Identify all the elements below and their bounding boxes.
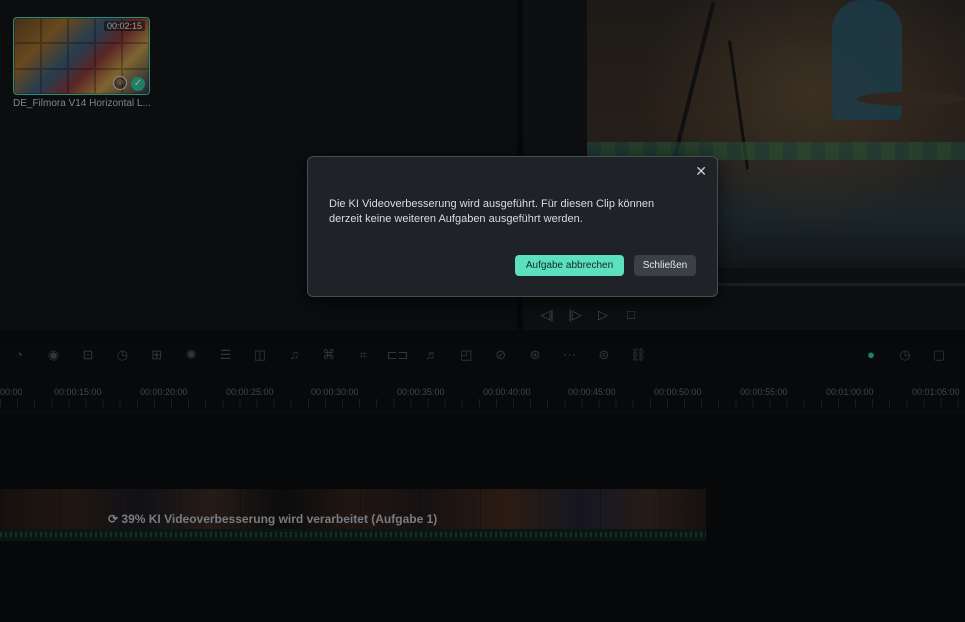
dialog-message: Die KI Videoverbesserung wird ausgeführt…: [329, 198, 655, 225]
close-button[interactable]: Schließen: [634, 255, 696, 276]
modal-overlay: [0, 0, 965, 622]
cancel-task-button[interactable]: Aufgabe abbrechen: [515, 255, 624, 276]
close-icon[interactable]: ✕: [695, 163, 707, 180]
task-dialog: ✕ Die KI Videoverbesserung wird ausgefüh…: [307, 156, 718, 297]
